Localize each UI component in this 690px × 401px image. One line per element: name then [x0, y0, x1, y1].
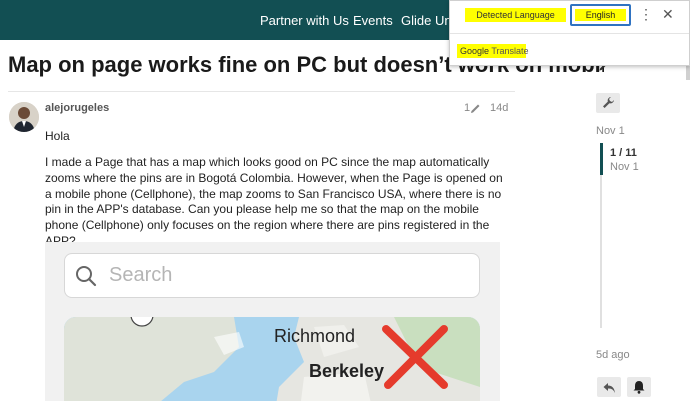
english-language-tab[interactable]: English [570, 4, 631, 26]
embedded-search-box: Search [64, 253, 480, 298]
google-translate-popup: Detected Language English ⋮ ✕ Google Tra… [449, 0, 690, 66]
nav-link-partner[interactable]: Partner with Us [260, 13, 349, 28]
map-label-berkeley: Berkeley [309, 361, 385, 381]
timeline-position: 1 / 11 [610, 147, 637, 159]
more-options-icon[interactable]: ⋮ [639, 7, 653, 21]
embedded-screenshot[interactable]: Search Richmond Berkeley [45, 242, 500, 401]
timeline-end-label[interactable]: 5d ago [596, 349, 630, 361]
timeline-position-date: Nov 1 [610, 161, 639, 173]
search-placeholder: Search [109, 264, 173, 286]
avatar[interactable] [9, 102, 39, 132]
title-divider [8, 91, 515, 92]
reply-button[interactable] [597, 377, 621, 397]
post-greeting: Hola [45, 129, 70, 143]
edit-history-pencil-icon[interactable] [470, 101, 482, 119]
admin-wrench-button[interactable] [596, 93, 620, 113]
nav-link-events[interactable]: Events [353, 13, 393, 28]
red-x-mark-icon [380, 323, 450, 394]
english-language-label: English [575, 9, 626, 21]
notifications-button[interactable] [627, 377, 651, 397]
post-age[interactable]: 14d [490, 102, 508, 114]
search-icon [75, 265, 97, 292]
bell-icon [633, 380, 645, 399]
post-username[interactable]: alejorugeles [45, 102, 109, 114]
post-body: I made a Page that has a map which looks… [45, 155, 503, 248]
translate-divider [450, 33, 689, 34]
nav-link-glide-uni[interactable]: Glide Uni [401, 13, 454, 28]
close-icon[interactable]: ✕ [662, 7, 674, 21]
translate-brand-text: Translate [491, 46, 529, 56]
reply-arrow-icon [603, 381, 616, 399]
timeline-handle[interactable] [600, 143, 603, 175]
timeline-start-date[interactable]: Nov 1 [596, 125, 625, 137]
map-label-richmond: Richmond [274, 326, 356, 346]
detected-language-tab[interactable]: Detected Language [465, 8, 566, 22]
google-brand-text: Google [460, 46, 490, 56]
google-translate-logo[interactable]: Google Translate [457, 44, 529, 58]
wrench-icon [602, 96, 615, 114]
embedded-map: Richmond Berkeley [64, 317, 480, 401]
